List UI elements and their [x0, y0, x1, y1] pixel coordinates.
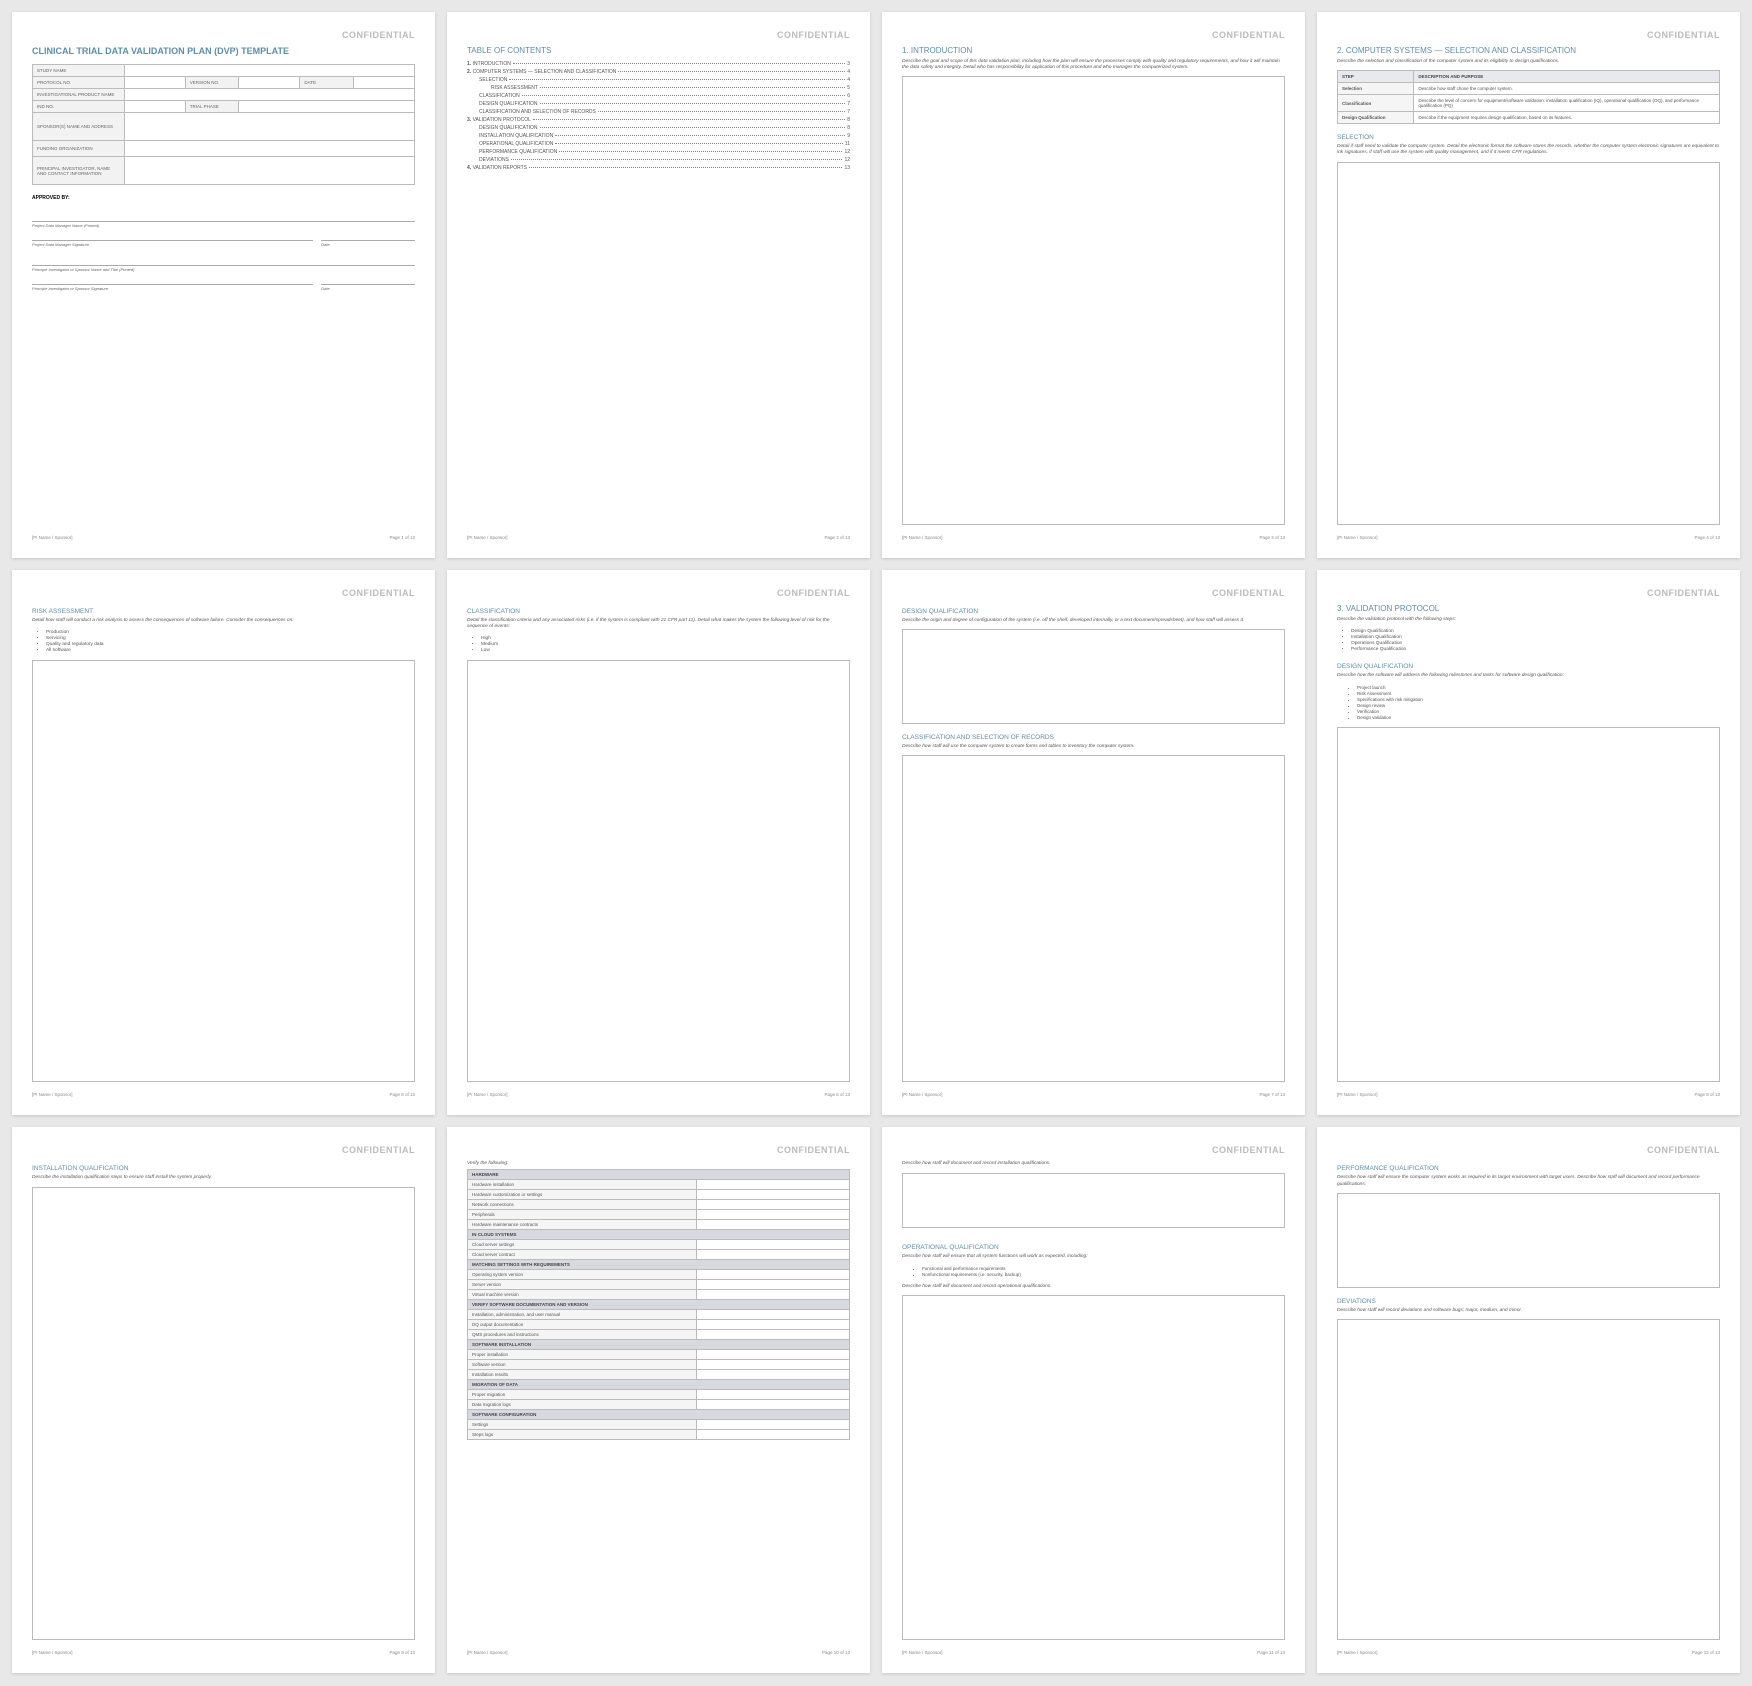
toc-item: DESIGN QUALIFICATION7 [467, 101, 850, 107]
approved-label: APPROVED BY: [32, 195, 415, 201]
doc-title: CLINICAL TRIAL DATA VALIDATION PLAN (DVP… [32, 46, 415, 56]
toc-item: PERFORMANCE QUALIFICATION12 [467, 149, 850, 155]
toc-list: 1. INTRODUCTION3 2. COMPUTER SYSTEMS — SE… [467, 59, 850, 173]
toc-title: TABLE OF CONTENTS [467, 46, 850, 55]
page-10: CONFIDENTIAL Verify the following: HARDW… [447, 1127, 870, 1673]
input-box[interactable] [902, 629, 1285, 724]
toc-item: RISK ASSESSMENT5 [467, 85, 850, 91]
toc-item: DEVIATIONS12 [467, 157, 850, 163]
page-3: CONFIDENTIAL 1. INTRODUCTION Describe th… [882, 12, 1305, 558]
toc-item: INSTALLATION QUALIFICATION9 [467, 133, 850, 139]
page-6: CONFIDENTIAL CLASSIFICATION Detail the c… [447, 570, 870, 1116]
input-box[interactable] [902, 1173, 1285, 1228]
confidential-label: CONFIDENTIAL [32, 30, 415, 40]
input-box[interactable] [32, 660, 415, 1082]
verify-table: HARDWAREHardware installationHardware cu… [467, 1169, 850, 1440]
toc-item: 1. INTRODUCTION3 [467, 61, 850, 67]
input-box[interactable] [902, 755, 1285, 1082]
input-box[interactable] [1337, 1193, 1720, 1288]
input-box[interactable] [1337, 727, 1720, 1082]
page-11: CONFIDENTIAL Describe how staff will doc… [882, 1127, 1305, 1673]
input-box[interactable] [1337, 1319, 1720, 1640]
page-2: CONFIDENTIAL TABLE OF CONTENTS 1. INTROD… [447, 12, 870, 558]
sig-line[interactable] [32, 221, 415, 222]
page-7: CONFIDENTIAL DESIGN QUALIFICATION Descri… [882, 570, 1305, 1116]
toc-item: SELECTION4 [467, 77, 850, 83]
toc-item: DESIGN QUALIFICATION8 [467, 125, 850, 131]
toc-item: 2. COMPUTER SYSTEMS — SELECTION AND CLAS… [467, 69, 850, 75]
page-9: CONFIDENTIAL INSTALLATION QUALIFICATION … [12, 1127, 435, 1673]
bullet-list: High Medium Low [467, 635, 850, 654]
page-grid: CONFIDENTIAL CLINICAL TRIAL DATA VALIDAT… [12, 12, 1740, 1673]
step-table: STEPDESCRIPTION AND PURPOSE SelectionDes… [1337, 70, 1720, 124]
meta-table: STUDY NAME PROTOCOL NO.VERSION NO.DATE I… [32, 64, 415, 185]
page-1: CONFIDENTIAL CLINICAL TRIAL DATA VALIDAT… [12, 12, 435, 558]
page-4: CONFIDENTIAL 2. COMPUTER SYSTEMS — SELEC… [1317, 12, 1740, 558]
input-box[interactable] [1337, 162, 1720, 525]
toc-item: CLASSIFICATION6 [467, 93, 850, 99]
page-12: CONFIDENTIAL PERFORMANCE QUALIFICATION D… [1317, 1127, 1740, 1673]
input-box[interactable] [467, 660, 850, 1082]
toc-item: CLASSIFICATION AND SELECTION OF RECORDS7 [467, 109, 850, 115]
input-box[interactable] [32, 1187, 415, 1640]
toc-item: 3. VALIDATION PROTOCOL8 [467, 117, 850, 123]
toc-item: 4. VALIDATION REPORTS13 [467, 165, 850, 171]
input-box[interactable] [902, 76, 1285, 524]
bullet-list: Production Servicing Quality and regulat… [32, 629, 415, 654]
toc-item: OPERATIONAL QUALIFICATION11 [467, 141, 850, 147]
page-8: CONFIDENTIAL 3. VALIDATION PROTOCOL Desc… [1317, 570, 1740, 1116]
page-5: CONFIDENTIAL RISK ASSESSMENT Detail how … [12, 570, 435, 1116]
input-box[interactable] [902, 1295, 1285, 1640]
